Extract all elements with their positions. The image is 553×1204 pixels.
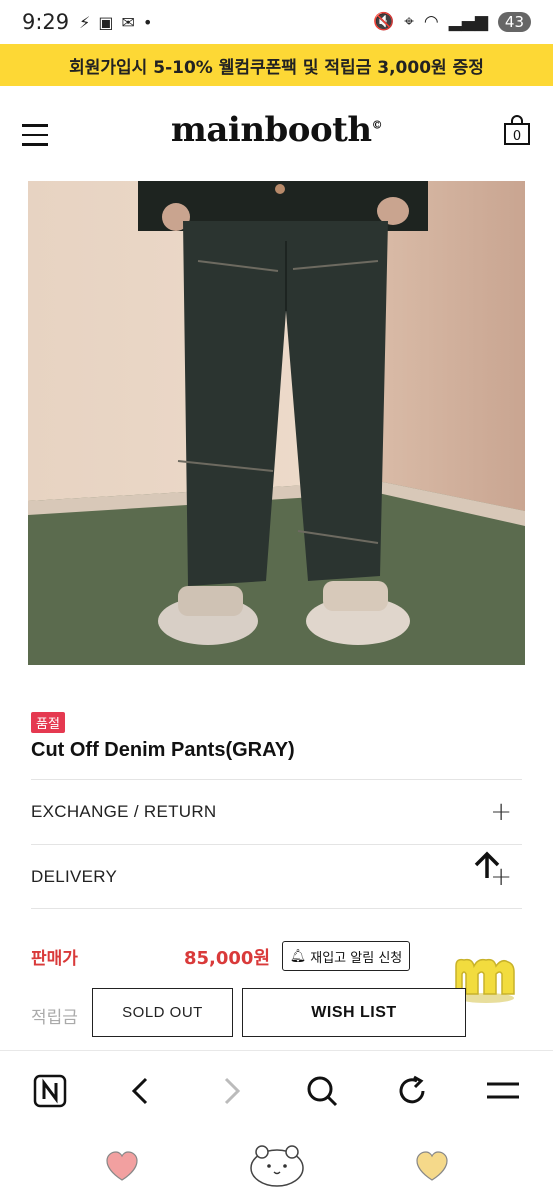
signal-icon: ▂▄▆ (448, 12, 488, 32)
status-bar: 9:29 ⚡ ▣ ✉ • 🔇 ⌖ ◠ ▂▄▆ 43 (0, 0, 553, 44)
delivery-label: DELIVERY (31, 866, 118, 886)
dot-icon: • (142, 12, 153, 32)
refresh-icon[interactable] (392, 1071, 432, 1111)
forward-icon[interactable] (211, 1071, 251, 1111)
divider (31, 908, 522, 909)
scroll-top-icon[interactable] (470, 848, 504, 882)
points-label: 적립금 (31, 1008, 78, 1028)
product-image[interactable] (28, 181, 525, 665)
browser-toolbar (0, 1050, 553, 1130)
promo-banner[interactable]: 회원가입시 5-10% 웰컴쿠폰팩 및 적립금 3,000원 증정 (0, 44, 553, 86)
bell-icon: 🔔︎ (289, 948, 307, 964)
search-icon[interactable] (302, 1071, 342, 1111)
naver-home-icon[interactable] (30, 1071, 70, 1111)
back-icon[interactable] (121, 1071, 161, 1111)
restock-label: 재입고 알림 신청 (310, 950, 403, 966)
battery-icon: 43 (497, 12, 531, 32)
menu-lines-icon[interactable] (483, 1071, 523, 1111)
site-header: mainbooth© 0 (0, 86, 553, 178)
restock-alert-button[interactable]: 🔔︎ 재입고 알림 신청 (282, 941, 410, 971)
price-value: 85,000원 (184, 948, 271, 969)
cart-count: 0 (513, 129, 521, 144)
decoration-icons (106, 1145, 448, 1187)
delivery-row[interactable]: DELIVERY + (31, 844, 522, 908)
flash-icon: ⚡ (79, 12, 91, 32)
soldout-badge: 품절 (31, 712, 65, 733)
mute-icon: 🔇 (373, 12, 395, 32)
bottom-decoration (0, 1130, 553, 1200)
plus-icon[interactable]: + (490, 797, 512, 827)
cart-icon[interactable]: 0 (503, 114, 531, 146)
soldout-button[interactable]: SOLD OUT (92, 988, 233, 1037)
notification-icon: ✉ (121, 12, 135, 32)
promo-text: 회원가입시 5-10% 웰컴쿠폰팩 및 적립금 3,000원 증정 (69, 57, 484, 78)
wishlist-button[interactable]: WISH LIST (242, 988, 466, 1037)
status-time: 9:29 (22, 10, 70, 34)
product-title: Cut Off Denim Pants(GRAY) (31, 739, 295, 761)
location-icon: ⌖ (404, 12, 414, 32)
exchange-return-label: EXCHANGE / RETURN (31, 801, 217, 821)
screenshot-icon: ▣ (98, 12, 114, 32)
site-logo[interactable]: mainbooth© (0, 110, 553, 150)
logo-mark: © (371, 118, 383, 132)
price-label: 판매가 (31, 949, 78, 969)
exchange-return-row[interactable]: EXCHANGE / RETURN + (31, 779, 522, 843)
wifi-icon: ◠ (423, 12, 439, 32)
